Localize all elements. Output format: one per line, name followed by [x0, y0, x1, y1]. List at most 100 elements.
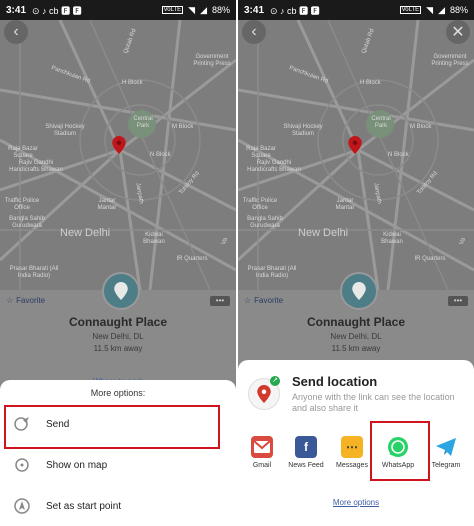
favorite-label: Favorite: [16, 296, 46, 305]
signal-icon: ◢: [438, 4, 445, 15]
option-label: Set as start point: [46, 500, 122, 512]
map-label-h-block: H Block: [360, 80, 381, 86]
map-label-government: Government Printing Press: [431, 54, 469, 67]
location-pin-icon: [114, 282, 128, 300]
facebook-icon: f: [295, 436, 317, 458]
close-icon: ✕: [451, 24, 465, 41]
chevron-left-icon: ‹: [13, 23, 19, 40]
map-label-new-delhi: New Delhi: [60, 227, 111, 239]
map-view[interactable]: H Block Panchkuian Rd Qutab Rd Shivaji H…: [238, 20, 474, 290]
map-label-prasar: Prasar Bharati (All India Radio): [9, 266, 59, 279]
whatsapp-highlight-box: [370, 421, 430, 481]
navigate-icon: [12, 496, 32, 516]
close-button[interactable]: ✕: [446, 20, 470, 44]
map-label-n-block: N Block: [388, 152, 409, 158]
send-highlight-box: [4, 405, 220, 449]
gmail-icon: [251, 436, 273, 458]
map-view[interactable]: H Block Panchkuian Rd Qutab Rd Shivaji H…: [0, 20, 236, 290]
wifi-icon: ◥: [188, 4, 196, 15]
option-show-on-map[interactable]: Show on map: [12, 448, 224, 482]
place-city: New Delhi, DL: [92, 332, 144, 341]
map-label-sahib: Bangla Sahib Gurudwara: [247, 216, 283, 229]
status-bar: 3:41 ⊙ ♪ cb 🅵 🅵 VoLTE ◥ ◢ 88%: [0, 0, 236, 20]
telegram-icon: [435, 436, 457, 458]
status-right: VoLTE ◥ ◢ 88%: [161, 4, 230, 16]
share-app-gmail[interactable]: Gmail: [240, 436, 284, 469]
map-label-police: Traffic Police Office: [4, 198, 40, 211]
app-label: Telegram: [431, 462, 461, 469]
sheet-title: More options:: [90, 388, 146, 398]
share-app-messages[interactable]: ⋯ Messages: [330, 436, 374, 469]
map-label-ir-quarters: IR Quarters: [176, 256, 208, 262]
battery-level: 88%: [211, 5, 230, 15]
volte-icon: VoLTE: [161, 6, 184, 14]
map-label-prasar: Prasar Bharati (All India Radio): [247, 266, 297, 279]
star-icon: ☆: [6, 296, 14, 305]
battery-level: 88%: [449, 5, 468, 15]
status-time: 3:41: [6, 4, 27, 16]
back-button[interactable]: ‹: [4, 20, 28, 44]
messages-icon: ⋯: [341, 436, 363, 458]
app-label: News Feed: [288, 462, 324, 469]
status-notification-icons: ⊙ ♪ cb 🅵 🅵: [270, 5, 320, 16]
place-name: Connaught Place: [68, 315, 167, 329]
map-label-jantar: Jantar Mantar: [97, 198, 117, 211]
more-options-link[interactable]: More options: [238, 498, 474, 507]
map-label-raja-bazar: Raja Bazar Square: [8, 146, 38, 159]
place-photo-avatar: [102, 272, 140, 310]
send-location-title: Send location: [292, 374, 378, 389]
status-notification-icons: ⊙ ♪ cb 🅵 🅵: [32, 5, 82, 16]
favorite-button[interactable]: ☆ Favorite: [244, 296, 283, 305]
map-label-government: Government Printing Press: [193, 54, 231, 67]
status-bar: 3:41 ⊙ ♪ cb 🅵 🅵 VoLTE ◥ ◢ 88%: [238, 0, 474, 20]
target-icon: [12, 455, 32, 475]
star-icon: ☆: [244, 296, 252, 305]
status-right: VoLTE ◥ ◢ 88%: [399, 4, 468, 16]
map-label-raja-bazar: Raja Bazar Square: [246, 146, 276, 159]
map-pin-icon[interactable]: [346, 136, 364, 154]
share-app-news-feed[interactable]: f News Feed: [284, 436, 328, 469]
wifi-icon: ◥: [426, 4, 434, 15]
chevron-left-icon: ‹: [251, 23, 257, 40]
map-label-gandhi: Rajiv Gandhi Handicrafts Bhawan: [9, 160, 63, 173]
place-distance: 11.5 km away: [93, 344, 143, 353]
map-label-n-block: N Block: [150, 152, 171, 158]
favorite-button[interactable]: ☆ Favorite: [6, 296, 45, 305]
map-label-shivaji: Shivaji Hockey Stadium: [283, 124, 323, 137]
share-app-telegram[interactable]: Telegram: [424, 436, 468, 469]
map-label-m-block: M Block: [172, 124, 194, 130]
signal-icon: ◢: [200, 4, 207, 15]
map-label-central-park: Central Park: [371, 116, 391, 129]
status-time: 3:41: [244, 4, 265, 16]
map-label-ir-quarters: IR Quarters: [414, 256, 446, 262]
map-label-kidwai: Kidwai Bhawan: [143, 232, 165, 245]
map-pin-icon[interactable]: [110, 136, 128, 154]
share-apps-row: Gmail f News Feed ⋯ Messages WhatsApp Te…: [238, 436, 474, 484]
left-screen: 3:41 ⊙ ♪ cb 🅵 🅵 VoLTE ◥ ◢ 88% H Block Pa…: [0, 0, 236, 526]
send-location-description: Anyone with the link can see the locatio…: [292, 392, 455, 413]
send-location-sheet: ↗ Send location Anyone with the link can…: [238, 360, 474, 526]
app-label: Gmail: [252, 462, 272, 469]
place-city: New Delhi, DL: [330, 332, 382, 341]
volte-icon: VoLTE: [399, 6, 422, 14]
more-options-sheet: More options: Send Show on map Set as st…: [0, 380, 236, 526]
place-name: Connaught Place: [306, 315, 405, 329]
share-badge-icon: ↗: [270, 376, 280, 386]
option-set-start-point[interactable]: Set as start point: [12, 489, 224, 523]
more-menu-button[interactable]: •••: [448, 296, 468, 306]
more-menu-button[interactable]: •••: [210, 296, 230, 306]
map-label-m-block: M Block: [410, 124, 432, 130]
back-button[interactable]: ‹: [242, 20, 266, 44]
app-label: Messages: [336, 462, 368, 469]
map-label-gandhi: Rajiv Gandhi Handicrafts Bhawan: [247, 160, 301, 173]
option-label: Show on map: [46, 459, 108, 471]
place-distance: 11.5 km away: [331, 344, 381, 353]
favorite-label: Favorite: [254, 296, 284, 305]
location-pin-icon: [352, 282, 366, 300]
right-screen: 3:41 ⊙ ♪ cb 🅵 🅵 VoLTE ◥ ◢ 88% H Block Pa…: [238, 0, 474, 526]
map-label-kidwai: Kidwai Bhawan: [381, 232, 403, 245]
map-label-h-block: H Block: [122, 80, 143, 86]
place-photo-avatar: [340, 272, 378, 310]
map-label-police: Traffic Police Office: [242, 198, 278, 211]
map-label-jantar: Jantar Mantar: [335, 198, 355, 211]
